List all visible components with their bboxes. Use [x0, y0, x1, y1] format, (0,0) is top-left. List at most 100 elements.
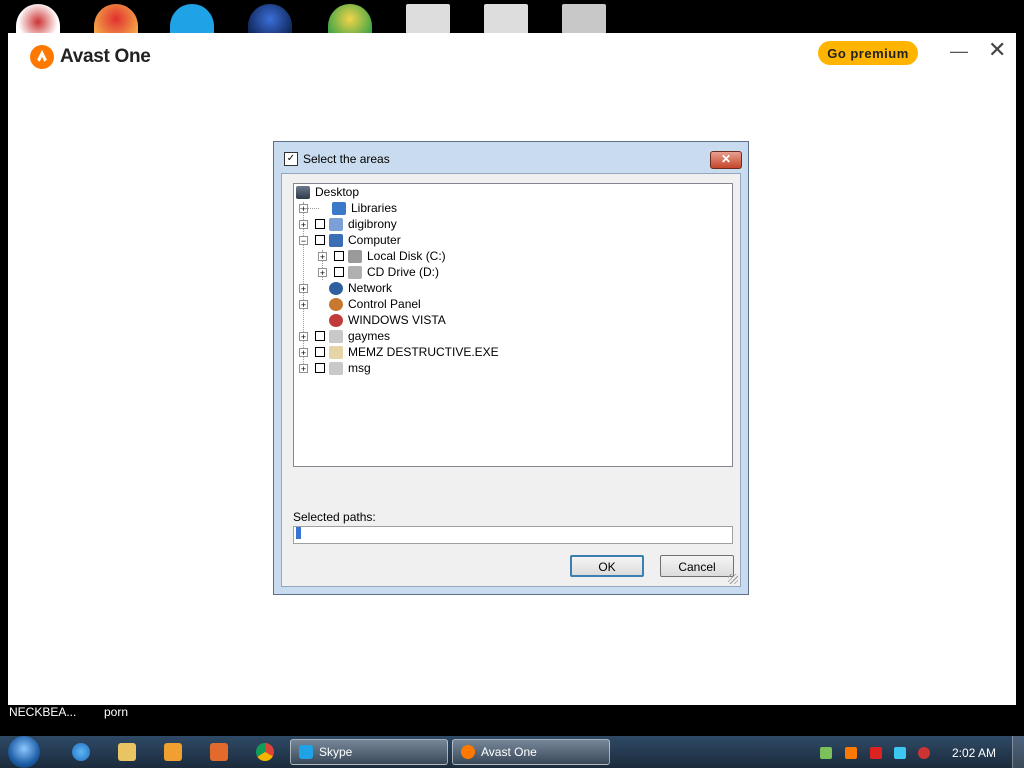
collapse-icon[interactable]: − — [299, 235, 308, 245]
tree-item-computer[interactable]: − Computer — [299, 232, 401, 248]
user-folder-icon — [329, 217, 343, 231]
libraries-icon — [332, 201, 346, 215]
expand-icon[interactable]: + — [299, 363, 308, 373]
taskbar-button-label: Skype — [319, 745, 353, 759]
desktop-icon-4[interactable] — [248, 4, 292, 34]
folder-tree[interactable]: Desktop + Libraries + digibrony − Comput… — [293, 183, 733, 467]
expand-icon[interactable]: + — [318, 251, 327, 261]
desktop-icon-6[interactable] — [406, 4, 450, 34]
avast-icon — [461, 745, 475, 759]
dialog-body: Desktop + Libraries + digibrony − Comput… — [281, 173, 741, 587]
tree-item-windows-vista[interactable]: WINDOWS VISTA — [311, 312, 446, 328]
tray-icon-1[interactable] — [820, 747, 832, 759]
tree-checkbox[interactable] — [315, 363, 325, 373]
expand-icon[interactable]: + — [318, 267, 327, 277]
disk-icon — [348, 249, 362, 263]
tree-item-label: Local Disk (C:) — [367, 249, 446, 263]
desktop-icon — [296, 185, 310, 199]
internet-explorer-icon[interactable] — [72, 743, 90, 761]
taskbar-button-label: Avast One — [481, 745, 537, 759]
cancel-button[interactable]: Cancel — [660, 555, 734, 577]
taskbar-button-avast[interactable]: Avast One — [452, 739, 610, 765]
tree-checkbox[interactable] — [315, 219, 325, 229]
tray-volume-icon[interactable] — [918, 747, 930, 759]
tray-avast-icon[interactable] — [845, 747, 857, 759]
checkbox-icon: ✓ — [284, 152, 298, 166]
expand-icon[interactable]: + — [299, 331, 308, 341]
tree-item-label: Computer — [348, 233, 401, 247]
selected-paths-label: Selected paths: — [293, 510, 376, 524]
network-icon — [329, 281, 343, 295]
folder-icon — [329, 329, 343, 343]
tree-item-libraries[interactable]: + Libraries — [299, 200, 397, 216]
avast-logo: Avast One — [30, 45, 151, 69]
desktop-label-neckbea[interactable]: NECKBEA... — [9, 705, 76, 719]
close-button[interactable]: ✕ — [988, 37, 1006, 63]
folder-icon — [329, 361, 343, 375]
vista-icon — [329, 313, 343, 327]
tree-item-control-panel[interactable]: + Control Panel — [299, 296, 421, 312]
tree-item-label: WINDOWS VISTA — [348, 313, 446, 327]
expand-icon[interactable]: + — [299, 283, 308, 293]
skype-icon — [299, 745, 313, 759]
skype-desktop-icon[interactable] — [170, 4, 214, 34]
tree-checkbox[interactable] — [334, 251, 344, 261]
tree-item-msg[interactable]: + msg — [299, 360, 371, 376]
desktop-icon-1[interactable] — [16, 4, 60, 34]
tree-checkbox[interactable] — [315, 347, 325, 357]
resize-grip-icon[interactable] — [728, 574, 738, 584]
tree-item-local-disk[interactable]: + Local Disk (C:) — [318, 248, 446, 264]
taskbar: Skype Avast One 2:02 AM — [0, 736, 1024, 768]
selected-paths-value — [301, 527, 303, 539]
desktop-icon-7[interactable] — [484, 4, 528, 34]
tree-item-label: msg — [348, 361, 371, 375]
tree-item-memz[interactable]: + MEMZ DESTRUCTIVE.EXE — [299, 344, 499, 360]
tree-item-desktop[interactable]: Desktop — [296, 184, 359, 200]
tree-item-label: Libraries — [351, 201, 398, 215]
tree-item-network[interactable]: + Network — [299, 280, 392, 296]
control-panel-icon — [329, 297, 343, 311]
tree-checkbox[interactable] — [315, 235, 325, 245]
file-icon — [329, 345, 343, 359]
app-launcher-icon[interactable] — [210, 743, 228, 761]
tree-item-label: MEMZ DESTRUCTIVE.EXE — [348, 345, 499, 359]
tree-item-label: CD Drive (D:) — [367, 265, 439, 279]
tray-network-icon[interactable] — [894, 747, 906, 759]
dialog-title: Select the areas — [303, 152, 390, 166]
tree-checkbox[interactable] — [334, 267, 344, 277]
taskbar-button-skype[interactable]: Skype — [290, 739, 448, 765]
tree-item-label: digibrony — [348, 217, 397, 231]
dialog-close-button[interactable]: ✕ — [710, 151, 742, 169]
tree-item-gaymes[interactable]: + gaymes — [299, 328, 390, 344]
show-desktop-button[interactable] — [1012, 736, 1024, 768]
clock[interactable]: 2:02 AM — [952, 746, 996, 760]
tree-item-label: Network — [348, 281, 393, 295]
expand-icon[interactable]: + — [299, 219, 308, 229]
avast-logo-icon — [30, 45, 54, 69]
desktop-icon-5[interactable] — [328, 4, 372, 34]
minimize-button[interactable]: — — [950, 41, 968, 62]
media-player-icon[interactable] — [164, 743, 182, 761]
select-areas-dialog: ✓ Select the areas ✕ Desktop + Libraries… — [273, 141, 749, 595]
dialog-titlebar: ✓ Select the areas — [284, 152, 390, 166]
tree-checkbox[interactable] — [315, 331, 325, 341]
tray-flag-icon[interactable] — [870, 747, 882, 759]
tree-item-cd-drive[interactable]: + CD Drive (D:) — [318, 264, 439, 280]
computer-icon — [329, 233, 343, 247]
tree-item-label: gaymes — [348, 329, 391, 343]
go-premium-button[interactable]: Go premium — [818, 41, 918, 65]
tree-item-label: Control Panel — [348, 297, 421, 311]
start-button[interactable] — [8, 736, 40, 768]
chrome-icon[interactable] — [256, 743, 274, 761]
app-title: Avast One — [60, 46, 151, 67]
ok-button[interactable]: OK — [570, 555, 644, 577]
desktop-icon-2[interactable] — [94, 4, 138, 34]
tree-item-label: Desktop — [315, 185, 360, 199]
file-explorer-icon[interactable] — [118, 743, 136, 761]
desktop-icon-8[interactable] — [562, 4, 606, 34]
tree-item-digibrony[interactable]: + digibrony — [299, 216, 397, 232]
desktop-label-porn[interactable]: porn — [104, 705, 128, 719]
expand-icon[interactable]: + — [299, 347, 308, 357]
expand-icon[interactable]: + — [299, 299, 308, 309]
selected-paths-input[interactable] — [293, 526, 733, 544]
